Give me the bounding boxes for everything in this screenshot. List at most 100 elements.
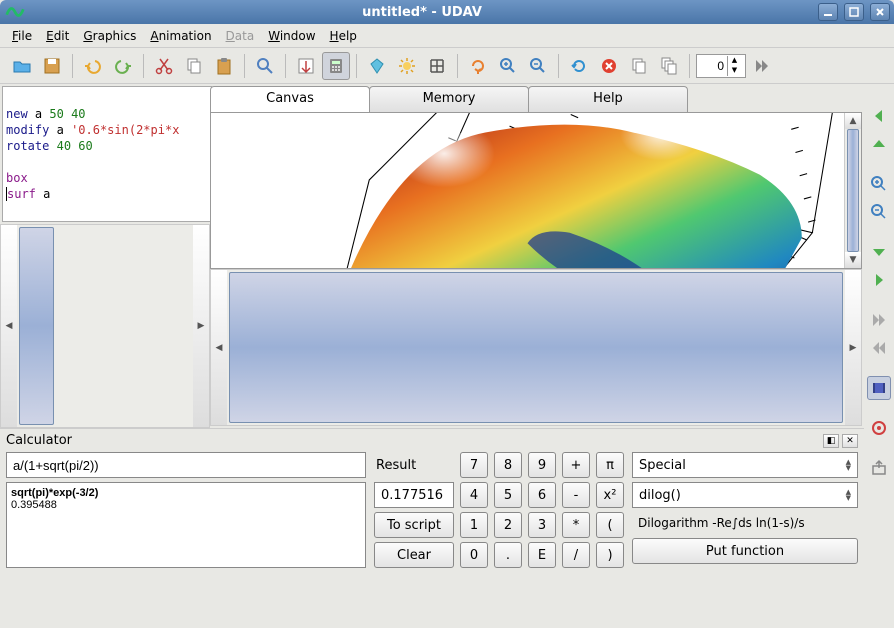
keypad-5[interactable]: 5 (494, 482, 522, 508)
canvas-vscroll[interactable]: ▲ ▼ (844, 113, 861, 268)
menu-edit[interactable]: Edit (40, 27, 75, 45)
scroll-left-icon[interactable]: ◀ (1, 225, 17, 427)
grid-icon[interactable] (423, 52, 451, 80)
move-right-icon[interactable] (867, 268, 891, 292)
scroll-down-icon[interactable]: ▼ (845, 252, 861, 268)
film-icon[interactable] (867, 376, 891, 400)
keypad-multiply[interactable]: * (562, 512, 590, 538)
keypad-plus[interactable]: + (562, 452, 590, 478)
rotate-up-icon[interactable] (867, 132, 891, 156)
calculator-icon[interactable] (322, 52, 350, 80)
keypad-lparen[interactable]: ( (596, 512, 624, 538)
keypad-6[interactable]: 6 (528, 482, 556, 508)
paste-icon[interactable] (210, 52, 238, 80)
find-icon[interactable] (251, 52, 279, 80)
zoom-out-icon[interactable] (867, 200, 891, 224)
run-icon[interactable] (292, 52, 320, 80)
keypad-rparen[interactable]: ) (596, 542, 624, 568)
clear-button[interactable]: Clear (374, 542, 454, 568)
open-icon[interactable] (8, 52, 36, 80)
scroll-left-icon[interactable]: ◀ (211, 270, 227, 425)
scroll-right-icon[interactable]: ▶ (193, 225, 209, 427)
frame-spin-input[interactable] (697, 59, 727, 73)
view-tabs: Canvas Memory Help (210, 86, 862, 112)
menu-file[interactable]: File (6, 27, 38, 45)
copy-all-icon[interactable] (655, 52, 683, 80)
spin-down[interactable]: ▼ (727, 66, 741, 76)
calculator-panel: Calculator ◧ ✕ sqrt(pi)*exp(-3/2) 0.3954… (0, 428, 864, 572)
keypad-square[interactable]: x² (596, 482, 624, 508)
spin-up[interactable]: ▲ (727, 56, 741, 66)
keypad-divide[interactable]: / (562, 542, 590, 568)
function-description: Dilogarithm -Re∫ds ln(1-s)/s (632, 512, 858, 534)
save-icon[interactable] (38, 52, 66, 80)
cut-icon[interactable] (150, 52, 178, 80)
rotate-left-icon[interactable] (867, 104, 891, 128)
tab-memory[interactable]: Memory (369, 86, 529, 112)
menu-data: Data (220, 27, 261, 45)
minimize-button[interactable] (818, 3, 838, 21)
app-icon (4, 1, 26, 23)
keypad-pi[interactable]: π (596, 452, 624, 478)
script-editor[interactable]: new a 50 40 modify a '0.6*sin(2*pi*x rot… (2, 86, 212, 222)
tab-canvas[interactable]: Canvas (210, 86, 370, 112)
keypad-9[interactable]: 9 (528, 452, 556, 478)
canvas-hscroll[interactable]: ◀ ▶ (210, 269, 862, 426)
calc-expression-input[interactable] (6, 452, 366, 478)
next-frame-icon[interactable] (867, 308, 891, 332)
vscroll-thumb[interactable] (847, 129, 859, 252)
stop-icon[interactable] (595, 52, 623, 80)
to-script-button[interactable]: To script (374, 512, 454, 538)
menu-animation[interactable]: Animation (144, 27, 217, 45)
scroll-up-icon[interactable]: ▲ (845, 113, 861, 129)
menu-help[interactable]: Help (324, 27, 363, 45)
zoom-in-icon[interactable] (867, 172, 891, 196)
keypad-dot[interactable]: . (494, 542, 522, 568)
keypad-E[interactable]: E (528, 542, 556, 568)
keypad-4[interactable]: 4 (460, 482, 488, 508)
keypad-1[interactable]: 1 (460, 512, 488, 538)
redo-icon[interactable] (109, 52, 137, 80)
close-panel-icon[interactable]: ✕ (842, 434, 858, 448)
target-icon[interactable] (867, 416, 891, 440)
close-button[interactable] (870, 3, 890, 21)
keypad-3[interactable]: 3 (528, 512, 556, 538)
tab-help[interactable]: Help (528, 86, 688, 112)
category-select[interactable]: Special▲▼ (632, 452, 858, 478)
zoom-in-icon[interactable] (494, 52, 522, 80)
put-function-button[interactable]: Put function (632, 538, 858, 564)
editor-hscroll[interactable]: ◀ ▶ (0, 224, 210, 428)
play-next-icon[interactable] (748, 52, 776, 80)
keypad-2[interactable]: 2 (494, 512, 522, 538)
menubar: File Edit Graphics Animation Data Window… (0, 24, 894, 48)
menu-window[interactable]: Window (262, 27, 321, 45)
scroll-right-icon[interactable]: ▶ (845, 270, 861, 425)
reload-icon[interactable] (565, 52, 593, 80)
maximize-button[interactable] (844, 3, 864, 21)
scroll-thumb[interactable] (19, 227, 54, 425)
sun-icon[interactable] (393, 52, 421, 80)
copy-frame-icon[interactable] (625, 52, 653, 80)
plot-canvas[interactable]: ▲ ▼ (210, 112, 862, 269)
hscroll-thumb[interactable] (229, 272, 843, 423)
frame-spinbox[interactable]: ▲▼ (696, 54, 746, 78)
main-toolbar: ▲▼ (0, 48, 894, 84)
prev-frame-icon[interactable] (867, 336, 891, 360)
undo-icon[interactable] (79, 52, 107, 80)
keypad-minus[interactable]: - (562, 482, 590, 508)
keypad-8[interactable]: 8 (494, 452, 522, 478)
function-select[interactable]: dilog()▲▼ (632, 482, 858, 508)
detach-icon[interactable]: ◧ (823, 434, 839, 448)
history-expression: sqrt(pi)*exp(-3/2) (11, 487, 361, 499)
keypad-0[interactable]: 0 (460, 542, 488, 568)
zoom-out-icon[interactable] (524, 52, 552, 80)
move-down-icon[interactable] (867, 240, 891, 264)
keypad-7[interactable]: 7 (460, 452, 488, 478)
export-icon[interactable] (867, 456, 891, 480)
diamond-icon[interactable] (363, 52, 391, 80)
calc-history[interactable]: sqrt(pi)*exp(-3/2) 0.395488 (6, 482, 366, 568)
copy-icon[interactable] (180, 52, 208, 80)
restore-icon[interactable] (464, 52, 492, 80)
history-result: 0.395488 (11, 499, 361, 511)
menu-graphics[interactable]: Graphics (77, 27, 142, 45)
